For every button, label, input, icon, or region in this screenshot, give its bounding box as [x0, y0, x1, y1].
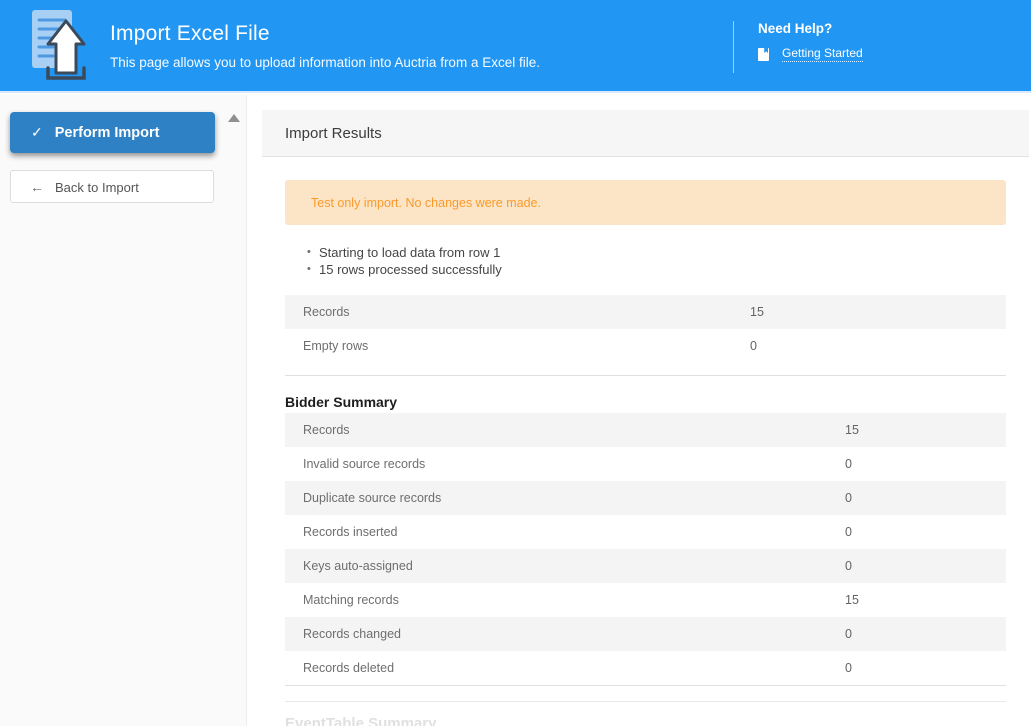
panel-title: Import Results — [285, 125, 382, 142]
page-title: Import Excel File — [110, 22, 540, 46]
table-row: Records15 — [285, 295, 1006, 329]
table-divider — [285, 363, 1006, 376]
table-row: Records changed0 — [285, 617, 1006, 651]
row-label: Invalid source records — [285, 457, 845, 471]
row-value: 15 — [845, 593, 1006, 607]
table-row: Records deleted0 — [285, 651, 1006, 685]
row-label: Keys auto-assigned — [285, 559, 845, 573]
triangle-up-icon[interactable] — [228, 114, 240, 122]
row-value: 15 — [845, 423, 1006, 437]
help-title: Need Help? — [758, 21, 863, 36]
page-header: Import Excel File This page allows you t… — [0, 0, 1031, 93]
row-value: 0 — [845, 627, 1006, 641]
book-icon — [758, 48, 769, 61]
sidebar: ✓ Perform Import ← Back to Import — [0, 95, 247, 726]
perform-import-button[interactable]: ✓ Perform Import — [10, 112, 215, 153]
back-to-import-label: Back to Import — [55, 180, 139, 195]
row-label: Duplicate source records — [285, 491, 845, 505]
section-separator — [285, 701, 1006, 702]
row-value: 0 — [845, 491, 1006, 505]
row-value: 15 — [750, 305, 1006, 319]
table-row: Records inserted0 — [285, 515, 1006, 549]
row-value: 0 — [845, 661, 1006, 675]
table-row: Matching records15 — [285, 583, 1006, 617]
row-label: Records inserted — [285, 525, 845, 539]
panel-header: Import Results — [262, 110, 1029, 157]
document-upload-icon — [26, 8, 90, 84]
row-value: 0 — [750, 339, 1006, 353]
row-value: 0 — [845, 525, 1006, 539]
import-results-panel: Import Results Test only import. No chan… — [262, 110, 1029, 726]
eventtable-summary-title: EventTable Summary — [285, 715, 1006, 726]
row-label: Records — [285, 305, 750, 319]
row-label: Records — [285, 423, 845, 437]
row-label: Records deleted — [285, 661, 845, 675]
bidder-summary-table: Records15Invalid source records0Duplicat… — [285, 413, 1006, 686]
warning-banner: Test only import. No changes were made. — [285, 180, 1006, 225]
row-label: Matching records — [285, 593, 845, 607]
getting-started-link[interactable]: Getting Started — [782, 46, 863, 62]
perform-import-label: Perform Import — [55, 125, 160, 141]
panel-body: Test only import. No changes were made. … — [262, 180, 1029, 726]
app-window: Import Excel File This page allows you t… — [0, 0, 1031, 726]
warning-text: Test only import. No changes were made. — [311, 196, 541, 210]
table-row: Keys auto-assigned0 — [285, 549, 1006, 583]
table-row: Empty rows0 — [285, 329, 1006, 363]
table-row: Invalid source records0 — [285, 447, 1006, 481]
help-block: Need Help? Getting Started — [733, 21, 863, 73]
back-to-import-button[interactable]: ← Back to Import — [10, 170, 214, 203]
message-item: Starting to load data from row 1 — [307, 244, 1006, 261]
row-value: 0 — [845, 457, 1006, 471]
page-subtitle: This page allows you to upload informati… — [110, 55, 540, 70]
header-titles: Import Excel File This page allows you t… — [110, 22, 540, 70]
overall-summary-table: Records15Empty rows0 — [285, 295, 1006, 363]
table-row: Duplicate source records0 — [285, 481, 1006, 515]
row-value: 0 — [845, 559, 1006, 573]
table-row: Records15 — [285, 413, 1006, 447]
checkmark-icon: ✓ — [31, 124, 43, 140]
bidder-summary-title: Bidder Summary — [285, 394, 1006, 410]
left-arrow-icon: ← — [30, 179, 44, 195]
row-label: Empty rows — [285, 339, 750, 353]
import-message-list: Starting to load data from row 115 rows … — [307, 244, 1006, 278]
row-label: Records changed — [285, 627, 845, 641]
message-item: 15 rows processed successfully — [307, 261, 1006, 278]
